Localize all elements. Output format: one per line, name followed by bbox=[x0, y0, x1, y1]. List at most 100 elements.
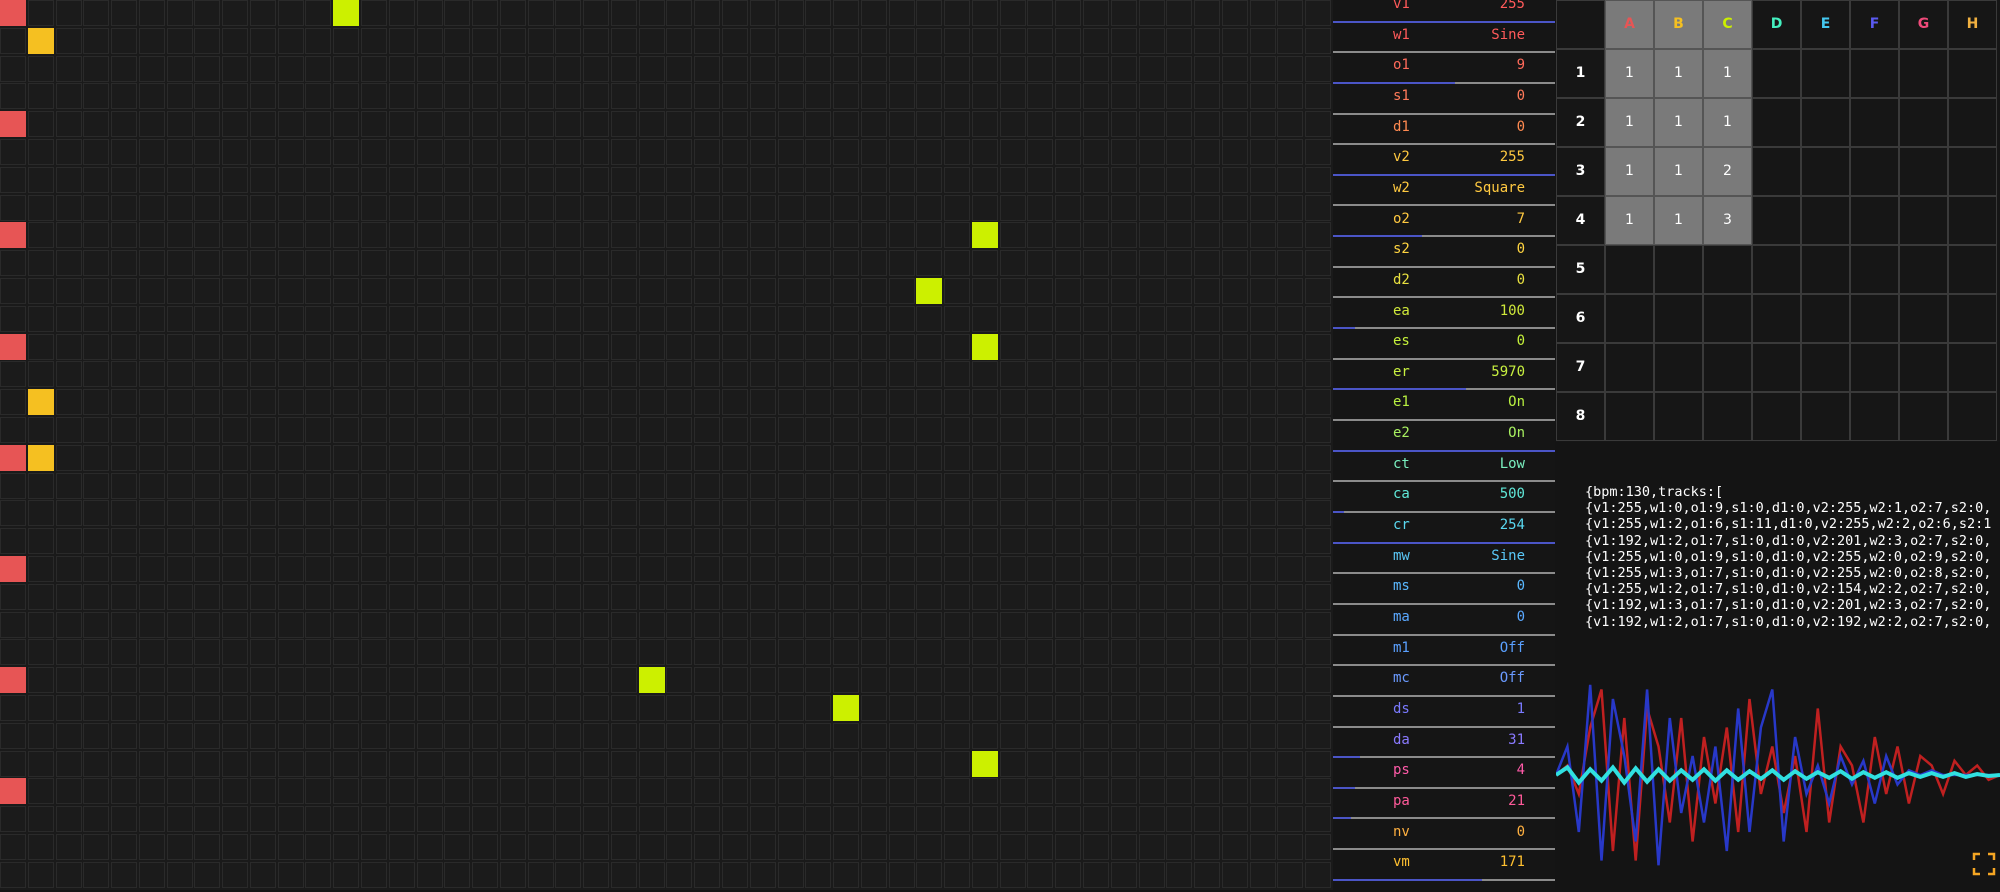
grid-cell[interactable] bbox=[999, 639, 1026, 666]
grid-cell[interactable] bbox=[833, 639, 860, 666]
grid-cell[interactable] bbox=[166, 166, 193, 193]
grid-cell[interactable] bbox=[1277, 639, 1304, 666]
grid-cell[interactable] bbox=[1166, 444, 1193, 471]
param-row-d2[interactable]: d2 0 bbox=[1333, 268, 1555, 299]
grid-cell[interactable] bbox=[833, 583, 860, 610]
grid-cell[interactable] bbox=[694, 750, 721, 777]
grid-cell[interactable] bbox=[111, 611, 138, 638]
grid-cell[interactable] bbox=[222, 27, 249, 54]
grid-cell[interactable] bbox=[888, 611, 915, 638]
grid-cell[interactable] bbox=[194, 278, 221, 304]
grid-cell[interactable] bbox=[222, 55, 249, 82]
grid-cell[interactable] bbox=[83, 639, 110, 666]
grid-cell[interactable] bbox=[1305, 806, 1332, 833]
grid-cell[interactable] bbox=[361, 389, 387, 416]
grid-cell[interactable] bbox=[416, 83, 443, 110]
grid-cell[interactable] bbox=[1221, 834, 1248, 860]
grid-cell[interactable] bbox=[1027, 667, 1054, 694]
grid-cell[interactable] bbox=[83, 722, 110, 749]
grid-cell[interactable] bbox=[527, 806, 554, 833]
grid-cell[interactable] bbox=[1166, 250, 1193, 277]
matrix-cell[interactable]: 3 bbox=[1703, 196, 1752, 245]
active-note[interactable] bbox=[916, 278, 943, 304]
note-label[interactable] bbox=[860, 444, 887, 471]
grid-cell[interactable] bbox=[888, 861, 915, 888]
grid-cell[interactable] bbox=[722, 166, 749, 193]
grid-cell[interactable] bbox=[860, 695, 887, 721]
note-label[interactable] bbox=[583, 444, 610, 471]
grid-cell[interactable] bbox=[833, 305, 860, 332]
grid-cell[interactable] bbox=[805, 861, 832, 888]
grid-cell[interactable] bbox=[527, 639, 554, 666]
grid-cell[interactable] bbox=[499, 861, 526, 888]
grid-cell[interactable] bbox=[27, 250, 54, 277]
grid-cell[interactable] bbox=[1277, 861, 1304, 888]
note-label[interactable] bbox=[1083, 222, 1110, 249]
grid-cell[interactable] bbox=[1138, 194, 1165, 221]
grid-cell[interactable] bbox=[222, 778, 249, 805]
grid-cell[interactable] bbox=[888, 750, 915, 777]
note-label[interactable] bbox=[1138, 333, 1165, 360]
fullscreen-icon[interactable] bbox=[1972, 852, 1996, 876]
grid-cell[interactable] bbox=[1221, 305, 1248, 332]
grid-cell[interactable] bbox=[416, 111, 443, 138]
grid-cell[interactable] bbox=[249, 361, 276, 388]
note-label[interactable] bbox=[1055, 556, 1082, 582]
grid-cell[interactable] bbox=[916, 417, 943, 443]
grid-cell[interactable] bbox=[194, 695, 221, 721]
grid-cell[interactable] bbox=[722, 55, 749, 82]
grid-cell[interactable] bbox=[694, 83, 721, 110]
matrix-col-F[interactable]: F bbox=[1850, 0, 1899, 49]
note-label[interactable] bbox=[860, 0, 887, 26]
grid-cell[interactable] bbox=[777, 194, 804, 221]
grid-cell[interactable] bbox=[277, 361, 304, 388]
grid-cell[interactable] bbox=[860, 639, 887, 666]
grid-cell[interactable] bbox=[305, 500, 332, 527]
matrix-row-3[interactable]: 3 bbox=[1556, 147, 1605, 196]
grid-cell[interactable] bbox=[1249, 722, 1276, 749]
note-label[interactable] bbox=[444, 333, 471, 360]
grid-cell[interactable] bbox=[55, 55, 82, 82]
note-label[interactable] bbox=[1249, 667, 1276, 694]
note-label[interactable] bbox=[388, 444, 415, 471]
note-label[interactable] bbox=[583, 667, 610, 694]
grid-cell[interactable] bbox=[722, 861, 749, 888]
grid-cell[interactable] bbox=[944, 750, 971, 777]
grid-cell[interactable] bbox=[610, 611, 637, 638]
note-label[interactable] bbox=[249, 556, 276, 582]
grid-cell[interactable] bbox=[555, 194, 582, 221]
matrix-row-8[interactable]: 8 bbox=[1556, 392, 1605, 441]
grid-cell[interactable] bbox=[749, 83, 776, 110]
grid-cell[interactable] bbox=[1277, 194, 1304, 221]
note-label[interactable] bbox=[444, 667, 471, 694]
grid-cell[interactable] bbox=[694, 583, 721, 610]
step-marker[interactable] bbox=[0, 444, 26, 471]
grid-cell[interactable] bbox=[694, 250, 721, 277]
grid-cell[interactable] bbox=[1249, 55, 1276, 82]
grid-cell[interactable] bbox=[888, 722, 915, 749]
grid-cell[interactable] bbox=[305, 27, 332, 54]
grid-cell[interactable] bbox=[860, 305, 887, 332]
grid-cell[interactable] bbox=[638, 111, 665, 138]
active-note[interactable] bbox=[27, 27, 54, 54]
matrix-cell[interactable] bbox=[1752, 98, 1801, 147]
grid-cell[interactable] bbox=[1083, 250, 1110, 277]
note-label[interactable] bbox=[1083, 0, 1110, 26]
grid-cell[interactable] bbox=[55, 611, 82, 638]
grid-cell[interactable] bbox=[138, 472, 165, 499]
note-label[interactable] bbox=[333, 556, 360, 582]
grid-cell[interactable] bbox=[1305, 556, 1332, 582]
grid-cell[interactable] bbox=[1138, 639, 1165, 666]
grid-cell[interactable] bbox=[888, 695, 915, 721]
grid-cell[interactable] bbox=[1166, 333, 1193, 360]
grid-cell[interactable] bbox=[472, 639, 499, 666]
note-label[interactable] bbox=[666, 778, 693, 805]
matrix-cell[interactable] bbox=[1703, 245, 1752, 294]
grid-cell[interactable] bbox=[1221, 0, 1248, 26]
note-label[interactable] bbox=[111, 333, 138, 360]
grid-cell[interactable] bbox=[222, 278, 249, 304]
grid-cell[interactable] bbox=[971, 250, 998, 277]
grid-cell[interactable] bbox=[860, 139, 887, 165]
grid-cell[interactable] bbox=[1305, 250, 1332, 277]
grid-cell[interactable] bbox=[1110, 166, 1137, 193]
